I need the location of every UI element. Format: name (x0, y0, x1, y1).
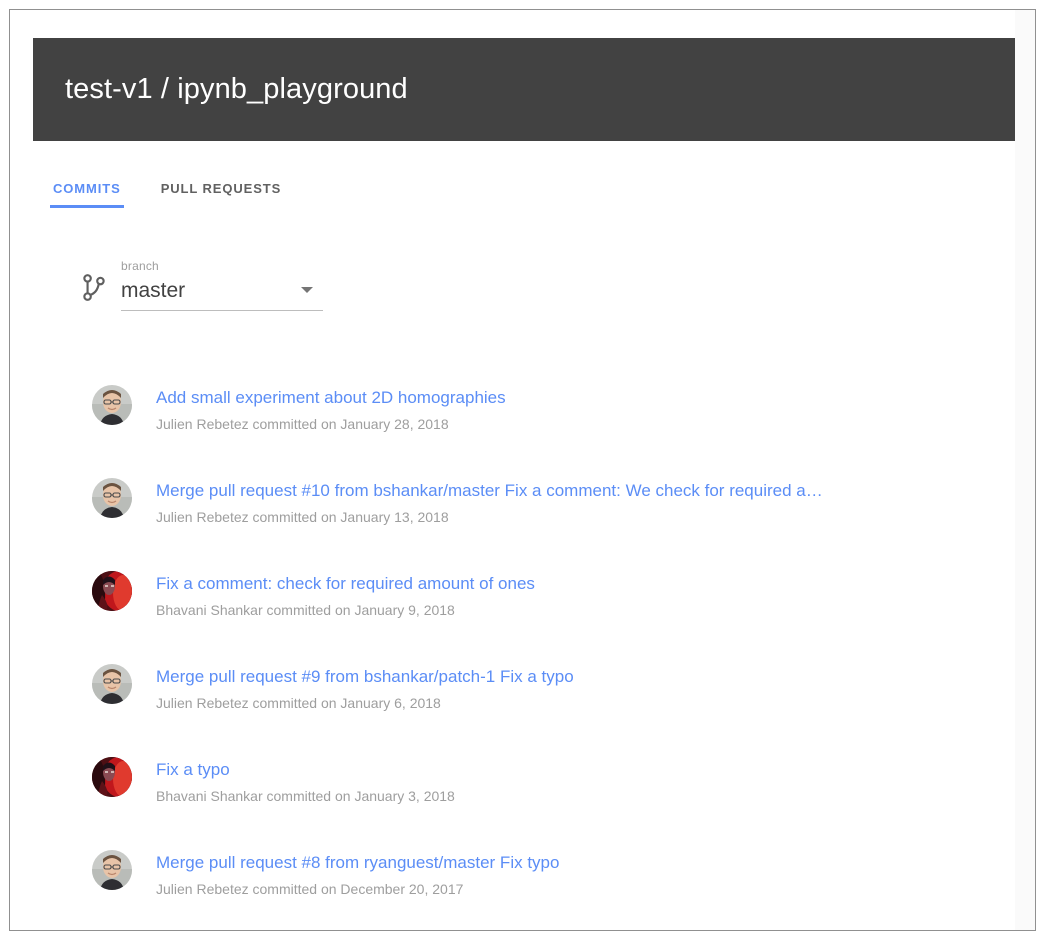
commit-message-link[interactable]: Merge pull request #10 from bshankar/mas… (156, 479, 991, 503)
commit-message-link[interactable]: Fix a typo (156, 758, 991, 782)
repo-header: test-v1 / ipynb_playground (33, 38, 1018, 141)
page-surface: test-v1 / ipynb_playground COMMITS PULL … (10, 10, 1018, 930)
avatar (92, 478, 132, 518)
avatar (92, 385, 132, 425)
commit-meta: Julien Rebetez committed on January 28, … (156, 416, 449, 432)
commit-meta: Julien Rebetez committed on January 6, 2… (156, 695, 441, 711)
branch-selected-value: master (121, 279, 186, 302)
chevron-down-icon[interactable] (301, 287, 313, 293)
commit-row[interactable]: Merge pull request #8 from ryanguest/mas… (33, 839, 1018, 930)
page-frame: test-v1 / ipynb_playground COMMITS PULL … (9, 9, 1036, 931)
avatar (92, 850, 132, 890)
commit-row[interactable]: Merge pull request #10 from bshankar/mas… (33, 467, 1018, 560)
commit-row[interactable]: Merge pull request #9 from bshankar/patc… (33, 653, 1018, 746)
avatar (92, 571, 132, 611)
branch-field-label: branch (121, 259, 159, 273)
commit-row[interactable]: Add small experiment about 2D homographi… (33, 374, 1018, 467)
scroll-gutter[interactable] (1015, 10, 1035, 930)
avatar (92, 757, 132, 797)
page-title: test-v1 / ipynb_playground (65, 73, 408, 105)
commit-row[interactable]: Fix a typo Bhavani Shankar committed on … (33, 746, 1018, 839)
commit-meta: Bhavani Shankar committed on January 3, … (156, 788, 455, 804)
tab-pull-requests[interactable]: PULL REQUESTS (141, 150, 302, 208)
commit-meta: Bhavani Shankar committed on January 9, … (156, 602, 455, 618)
commit-list: Add small experiment about 2D homographi… (33, 374, 1018, 930)
commit-message-link[interactable]: Fix a comment: check for required amount… (156, 572, 991, 596)
commit-message-link[interactable]: Merge pull request #9 from bshankar/patc… (156, 665, 991, 689)
branch-field[interactable]: branch master (121, 258, 323, 311)
avatar (92, 664, 132, 704)
commit-message-link[interactable]: Merge pull request #8 from ryanguest/mas… (156, 851, 991, 875)
tab-bar: COMMITS PULL REQUESTS (33, 150, 1018, 208)
commit-meta: Julien Rebetez committed on December 20,… (156, 881, 464, 897)
commit-row[interactable]: Fix a comment: check for required amount… (33, 560, 1018, 653)
commit-meta: Julien Rebetez committed on January 13, … (156, 509, 449, 525)
commit-message-link[interactable]: Add small experiment about 2D homographi… (156, 386, 991, 410)
branch-selector[interactable]: branch master (33, 258, 323, 311)
git-branch-icon (83, 274, 105, 301)
tab-commits[interactable]: COMMITS (33, 150, 141, 208)
screenshot-viewport: test-v1 / ipynb_playground COMMITS PULL … (0, 0, 1044, 940)
